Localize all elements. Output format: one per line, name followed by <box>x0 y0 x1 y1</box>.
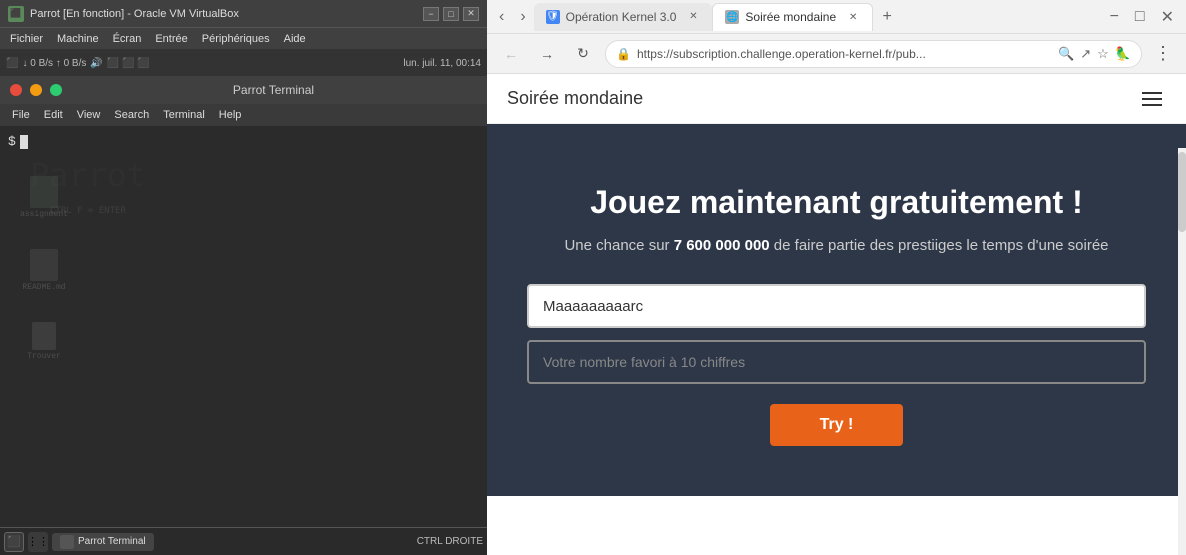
browser-window: ‹ › 🛡 Opération Kernel 3.0 ✕ 🌐 Soirée mo… <box>487 0 1186 555</box>
vbox-app-icon: ⬛ <box>8 6 24 22</box>
hamburger-line-2 <box>1142 98 1162 100</box>
vm-clock: lun. juil. 11, 00:14 <box>403 58 481 69</box>
address-bar[interactable]: 🔒 https://subscription.challenge.operati… <box>605 40 1142 68</box>
scroll-thumb[interactable] <box>1178 152 1186 232</box>
tab1-close-button[interactable]: ✕ <box>686 10 700 24</box>
browser-minimize-button[interactable]: − <box>1106 8 1123 26</box>
vm-icons: ⬛ ⬛ ⬛ <box>107 58 150 69</box>
taskbar-apps-icon[interactable]: ⋮⋮ <box>28 532 48 552</box>
vbox-window-title: Parrot [En fonction] - Oracle VM Virtual… <box>30 8 417 20</box>
terminal-cursor <box>20 135 28 149</box>
subtitle-prefix: Une chance sur <box>564 237 673 254</box>
bookmark-icon[interactable]: ☆ <box>1097 46 1109 62</box>
back-button[interactable]: ← <box>497 40 525 68</box>
browser-window-buttons: − □ ✕ <box>1106 7 1178 27</box>
terminal-prompt[interactable]: $ <box>8 134 479 149</box>
vbox-minimize-button[interactable]: − <box>423 7 439 21</box>
site-topbar: Soirée mondaine <box>487 74 1186 124</box>
taskbar-terminal-icon <box>60 535 74 549</box>
terminal-title: Parrot Terminal <box>70 83 477 97</box>
subtitle-number: 7 600 000 000 <box>674 237 770 254</box>
browser-content[interactable]: Soirée mondaine Jouez maintenant gratuit… <box>487 74 1186 555</box>
file-icon-2: README.md <box>20 249 68 292</box>
hamburger-menu[interactable] <box>1138 88 1166 110</box>
vbox-menubar: Fichier Machine Écran Entrée Périphériqu… <box>0 28 487 50</box>
terminal-titlebar: Parrot Terminal <box>0 76 487 104</box>
terminal-menu-file[interactable]: File <box>6 107 36 123</box>
forward-button[interactable]: → <box>533 40 561 68</box>
terminal-menu-terminal[interactable]: Terminal <box>157 107 211 123</box>
hamburger-line-3 <box>1142 104 1162 106</box>
terminal-menu-edit[interactable]: Edit <box>38 107 69 123</box>
terminal-menu-view[interactable]: View <box>71 107 107 123</box>
vm-audio-icon: 🔊 <box>90 58 102 69</box>
vbox-menu-fichier[interactable]: Fichier <box>4 31 49 47</box>
terminal-close-dot[interactable] <box>10 84 22 96</box>
vbox-menu-ecran[interactable]: Écran <box>107 31 148 47</box>
taskbar-ctrl-text: CTRL DROITE <box>417 536 483 547</box>
terminal-minimize-dot[interactable] <box>30 84 42 96</box>
tab1-label: Opération Kernel 3.0 <box>566 10 677 24</box>
signup-form: Try ! <box>527 284 1146 446</box>
virtualbox-window: ⬛ Parrot [En fonction] - Oracle VM Virtu… <box>0 0 487 555</box>
tab2-close-button[interactable]: ✕ <box>846 10 860 24</box>
scrollbar[interactable] <box>1178 148 1186 555</box>
taskbar-app-label: Parrot Terminal <box>78 536 146 547</box>
file-icon-3: Trouver <box>20 322 68 361</box>
new-tab-button[interactable]: + <box>873 3 901 31</box>
browser-titlebar: ‹ › 🛡 Opération Kernel 3.0 ✕ 🌐 Soirée mo… <box>487 0 1186 34</box>
address-text: https://subscription.challenge.operation… <box>637 47 1052 61</box>
faint-text-1: CTRL F = ENTER <box>50 206 126 216</box>
prompt-symbol: $ <box>8 134 16 149</box>
try-button[interactable]: Try ! <box>770 404 904 446</box>
browser-navbar: ← → ↻ 🔒 https://subscription.challenge.o… <box>487 34 1186 74</box>
share-icon[interactable]: ↗ <box>1080 46 1091 62</box>
browser-close-button[interactable]: ✕ <box>1157 7 1178 27</box>
browser-tab-2[interactable]: 🌐 Soirée mondaine ✕ <box>712 3 873 31</box>
hero-title: Jouez maintenant gratuitement ! <box>527 184 1146 221</box>
subtitle-suffix: de faire partie des prestiiges le temps … <box>770 237 1109 254</box>
refresh-button[interactable]: ↻ <box>569 40 597 68</box>
vm-network-stats: ↓ 0 B/s ↑ 0 B/s <box>22 58 86 69</box>
terminal-menu: File Edit View Search Terminal Help <box>0 104 487 126</box>
vbox-menu-peripheriques[interactable]: Périphériques <box>196 31 276 47</box>
taskbar-right: CTRL DROITE <box>417 536 483 547</box>
browser-tabs: 🛡 Opération Kernel 3.0 ✕ 🌐 Soirée mondai… <box>534 3 1102 31</box>
hero-subtitle: Une chance sur 7 600 000 000 de faire pa… <box>527 237 1146 254</box>
number-input[interactable] <box>527 340 1146 384</box>
terminal-menu-search[interactable]: Search <box>108 107 155 123</box>
vbox-window-controls: − □ ✕ <box>423 7 479 21</box>
vbox-close-button[interactable]: ✕ <box>463 7 479 21</box>
browser-tab-1[interactable]: 🛡 Opération Kernel 3.0 ✕ <box>534 3 713 31</box>
site-title: Soirée mondaine <box>507 88 1138 109</box>
browser-maximize-button[interactable]: □ <box>1131 8 1149 26</box>
secure-icon: 🔒 <box>616 47 631 61</box>
terminal-content[interactable]: Parrot assignment README.md Trouver CTRL… <box>0 126 487 555</box>
tab1-favicon: 🛡 <box>546 10 560 24</box>
vbox-titlebar: ⬛ Parrot [En fonction] - Oracle VM Virtu… <box>0 0 487 28</box>
tab2-label: Soirée mondaine <box>745 10 836 24</box>
vm-toolbar: ⬛ ↓ 0 B/s ↑ 0 B/s 🔊 ⬛ ⬛ ⬛ lun. juil. 11,… <box>0 50 487 76</box>
browser-menu-button[interactable]: ⋮ <box>1150 43 1176 64</box>
taskbar-start-icon[interactable]: ⬛ <box>4 532 24 552</box>
terminal-menu-help[interactable]: Help <box>213 107 248 123</box>
search-address-icon[interactable]: 🔍 <box>1058 46 1074 62</box>
vm-status-icon: ⬛ <box>6 58 18 69</box>
taskbar-terminal-app[interactable]: Parrot Terminal <box>52 533 154 551</box>
extension-icon[interactable]: 🦜 <box>1115 46 1131 62</box>
vbox-menu-machine[interactable]: Machine <box>51 31 105 47</box>
tab2-favicon: 🌐 <box>725 10 739 24</box>
hero-section: Jouez maintenant gratuitement ! Une chan… <box>487 124 1186 496</box>
browser-nav-chevron-left[interactable]: ‹ <box>495 8 508 26</box>
browser-nav-chevron-right[interactable]: › <box>516 8 529 26</box>
terminal-maximize-dot[interactable] <box>50 84 62 96</box>
browser-left-nav: ‹ › <box>495 8 530 26</box>
name-input[interactable] <box>527 284 1146 328</box>
hamburger-line-1 <box>1142 92 1162 94</box>
vbox-menu-entree[interactable]: Entrée <box>149 31 193 47</box>
vbox-maximize-button[interactable]: □ <box>443 7 459 21</box>
address-actions: 🔍 ↗ ☆ 🦜 <box>1058 46 1131 62</box>
taskbar: ⬛ ⋮⋮ Parrot Terminal CTRL DROITE <box>0 527 487 555</box>
vbox-menu-aide[interactable]: Aide <box>278 31 312 47</box>
